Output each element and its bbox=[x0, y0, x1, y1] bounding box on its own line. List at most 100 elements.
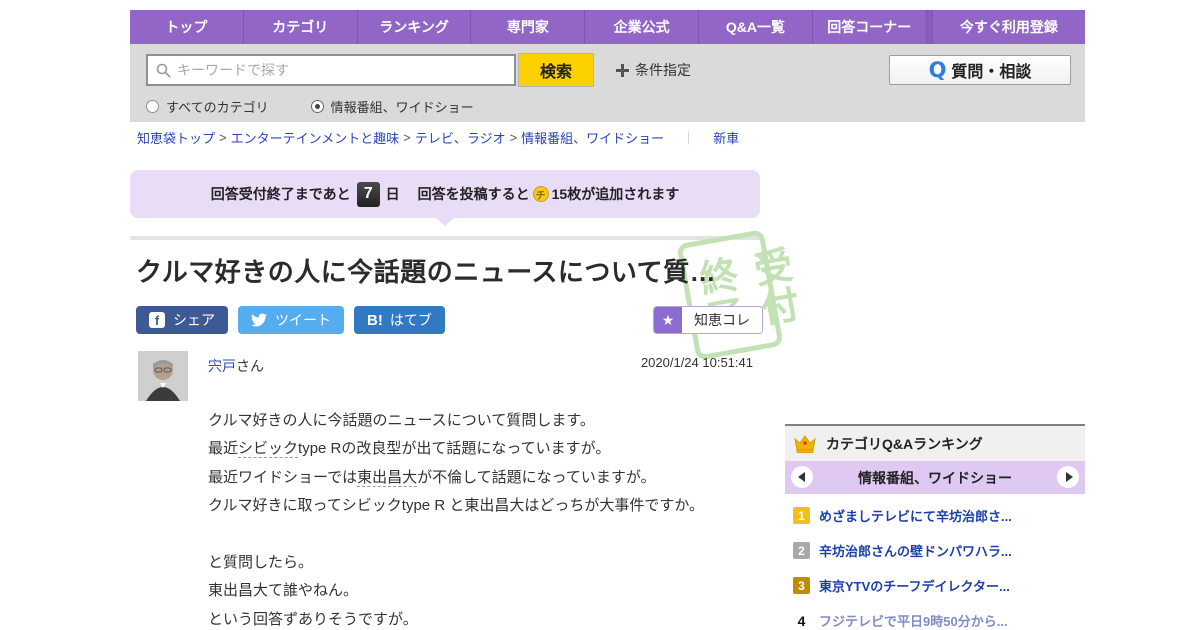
q-logo-icon: Q bbox=[928, 58, 947, 82]
question-timestamp: 2020/1/24 10:51:41 bbox=[640, 355, 753, 370]
search-button[interactable]: 検索 bbox=[518, 53, 594, 87]
breadcrumb-separator: > bbox=[219, 129, 227, 145]
banner-pre-text: 回答受付終了まであと bbox=[210, 186, 351, 202]
nav-item-signup[interactable]: 今すぐ利用登録 bbox=[933, 10, 1085, 44]
question-line: 東出昌大て誰やねん。 bbox=[208, 582, 359, 600]
ranking-title: カテゴリQ&Aランキング bbox=[826, 435, 983, 452]
nav-item-answer-corner[interactable]: 回答コーナー bbox=[811, 10, 926, 44]
divider-rule bbox=[130, 236, 762, 240]
nav-item-qa-list[interactable]: Q&A一覧 bbox=[698, 10, 812, 44]
ranking-item-text: めざましテレビにて辛坊治郎さ... bbox=[819, 509, 1012, 524]
ask-question-label: 質問・相談 bbox=[951, 64, 1032, 81]
ranking-sidebar: カテゴリQ&Aランキング 情報番組、ワイドショー 1 めざましテレビにて辛坊治郎… bbox=[785, 424, 1085, 630]
radio-current-category[interactable] bbox=[310, 100, 324, 113]
condition-label: 条件指定 bbox=[635, 62, 691, 78]
keyword-link-civic[interactable]: シビック bbox=[238, 440, 299, 459]
nav-item-category[interactable]: カテゴリ bbox=[242, 10, 357, 44]
avatar[interactable] bbox=[138, 351, 188, 401]
breadcrumb-home[interactable]: 知恵袋トップ bbox=[137, 128, 215, 147]
question-text: 最近 bbox=[208, 440, 239, 458]
question-line: 最近ワイドショーでは東出昌大が不倫して話題になっていますが。 bbox=[208, 464, 765, 492]
carousel-category-label: 情報番組、ワイドショー bbox=[858, 469, 1012, 486]
banner-pointer bbox=[436, 218, 454, 226]
breadcrumb: 知恵袋トップ > エンターテインメントと趣味 > テレビ、ラジオ > 情報番組、… bbox=[130, 122, 1085, 152]
twitter-share-label: ツイート bbox=[275, 312, 331, 328]
crown-icon bbox=[793, 434, 817, 454]
related-keyword-link[interactable]: 新車 bbox=[713, 128, 739, 147]
breadcrumb-current[interactable]: 情報番組、ワイドショー bbox=[521, 128, 664, 147]
star-icon: ★ bbox=[654, 307, 682, 333]
twitter-share-button[interactable]: ツイート bbox=[238, 306, 344, 334]
nav-divider bbox=[925, 10, 933, 44]
rank-badge-silver: 2 bbox=[793, 542, 810, 559]
question-line-blank bbox=[208, 521, 765, 549]
question-body: クルマ好きの人に今話題のニュースについて質問します。 最近シビックtype Rの… bbox=[208, 407, 765, 630]
hatena-share-button[interactable]: B! はてブ bbox=[354, 306, 445, 334]
chiecolle-button[interactable]: ★ 知恵コレ bbox=[653, 306, 763, 334]
question-column: 受付 終了 クルマ好きの人に今話題のニュースについて質… f シェア ツイート … bbox=[130, 229, 800, 630]
deadline-banner-wrap: 回答受付終了まであと 7 日 回答を投稿すると チ 15枚が追加されます bbox=[130, 170, 760, 226]
author-row: 宍戸さん 2020/1/24 10:51:41 bbox=[130, 351, 765, 403]
breadcrumb-separator: > bbox=[403, 129, 411, 145]
chie-coin-icon: チ bbox=[532, 186, 549, 202]
question-text: が不倫して話題になっていますが。 bbox=[417, 468, 656, 486]
breadcrumb-entertainment[interactable]: エンターテインメントと趣味 bbox=[231, 128, 400, 147]
facebook-share-label: シェア bbox=[173, 312, 215, 328]
facebook-share-button[interactable]: f シェア bbox=[136, 306, 228, 334]
page-container: トップ カテゴリ ランキング 専門家 企業公式 Q&A一覧 回答コーナー 今すぐ… bbox=[130, 10, 1085, 630]
radio-all-categories[interactable] bbox=[146, 100, 159, 113]
twitter-bird-icon bbox=[251, 313, 267, 327]
chiecolle-label: 知恵コレ bbox=[694, 312, 750, 328]
search-input[interactable] bbox=[177, 62, 506, 78]
main-content: 受付 終了 クルマ好きの人に今話題のニュースについて質… f シェア ツイート … bbox=[130, 229, 1085, 630]
facebook-icon: f bbox=[149, 312, 165, 328]
rank-badge-gold: 1 bbox=[793, 507, 810, 524]
days-remaining-tile: 7 bbox=[356, 181, 380, 207]
banner-post-text: 回答を投稿すると bbox=[417, 186, 530, 202]
top-navigation: トップ カテゴリ ランキング 専門家 企業公式 Q&A一覧 回答コーナー 今すぐ… bbox=[130, 10, 1085, 44]
search-section: 検索 条件指定 Q 質問・相談 すべてのカテゴリ 情報番組、ワイドショー bbox=[130, 44, 1085, 122]
question-title: クルマ好きの人に今話題のニュースについて質… bbox=[136, 257, 717, 287]
search-box[interactable] bbox=[146, 54, 516, 86]
ranking-item-text: フジテレビで平日9時50分から... bbox=[819, 614, 1008, 629]
ranking-item-text: 東京YTVのチーフデイレクター... bbox=[819, 579, 1010, 594]
question-text: 最近ワイドショーでは bbox=[208, 468, 358, 486]
question-text: type Rの改良型が出て話題になっていますが。 bbox=[298, 440, 611, 458]
author-name-link[interactable]: 宍戸 bbox=[208, 358, 236, 374]
ranking-item-1[interactable]: 1 めざましテレビにて辛坊治郎さ... bbox=[793, 506, 1079, 525]
question-line: 最近シビックtype Rの改良型が出て話題になっていますが。 bbox=[208, 435, 765, 463]
nav-item-official[interactable]: 企業公式 bbox=[584, 10, 698, 44]
carousel-next-button[interactable] bbox=[1057, 466, 1079, 488]
breadcrumb-pipe: ｜ bbox=[682, 130, 696, 146]
ranking-item-text: 辛坊治郎さんの壁ドンパワハラ... bbox=[819, 544, 1012, 559]
author-suffix: さん bbox=[236, 358, 264, 374]
breadcrumb-tv-radio[interactable]: テレビ、ラジオ bbox=[415, 128, 506, 147]
ranking-item-2[interactable]: 2 辛坊治郎さんの壁ドンパワハラ... bbox=[793, 541, 1079, 560]
share-row: f シェア ツイート B! はてブ ★ 知恵コレ bbox=[130, 306, 765, 334]
rank-badge-bronze: 3 bbox=[793, 577, 810, 594]
ask-question-button[interactable]: Q 質問・相談 bbox=[889, 55, 1071, 85]
condition-link[interactable]: 条件指定 bbox=[616, 60, 691, 80]
radio-all-label[interactable]: すべてのカテゴリ bbox=[166, 97, 269, 116]
nav-item-top[interactable]: トップ bbox=[130, 10, 243, 44]
category-carousel: 情報番組、ワイドショー bbox=[785, 461, 1085, 494]
ranking-item-4[interactable]: 4 フジテレビで平日9時50分から... bbox=[793, 611, 1079, 630]
question-line: という回答ずありそうですが。 bbox=[208, 610, 418, 628]
nav-item-experts[interactable]: 専門家 bbox=[470, 10, 584, 44]
hatena-share-label: はてブ bbox=[389, 312, 432, 328]
breadcrumb-separator: > bbox=[509, 129, 518, 145]
ranking-item-3[interactable]: 3 東京YTVのチーフデイレクター... bbox=[793, 576, 1079, 595]
banner-day-unit: 日 bbox=[385, 186, 400, 202]
question-line: クルマ好きに取ってシビックtype R と東出昌大はどっちが大事件ですか。 bbox=[208, 497, 705, 515]
question-line: と質問したら。 bbox=[208, 554, 314, 572]
right-arrow-icon bbox=[1065, 472, 1073, 482]
rank-number: 4 bbox=[797, 612, 806, 629]
nav-item-ranking[interactable]: ランキング bbox=[356, 10, 471, 44]
deadline-banner: 回答受付終了まであと 7 日 回答を投稿すると チ 15枚が追加されます bbox=[130, 170, 760, 218]
radio-category-label[interactable]: 情報番組、ワイドショー bbox=[331, 97, 474, 116]
keyword-link-higashide[interactable]: 東出昌大 bbox=[357, 468, 418, 487]
hatena-icon: B! bbox=[367, 311, 383, 329]
left-arrow-icon bbox=[797, 472, 805, 482]
carousel-prev-button[interactable] bbox=[791, 466, 813, 488]
question-line: クルマ好きの人に今話題のニュースについて質問します。 bbox=[208, 412, 595, 429]
